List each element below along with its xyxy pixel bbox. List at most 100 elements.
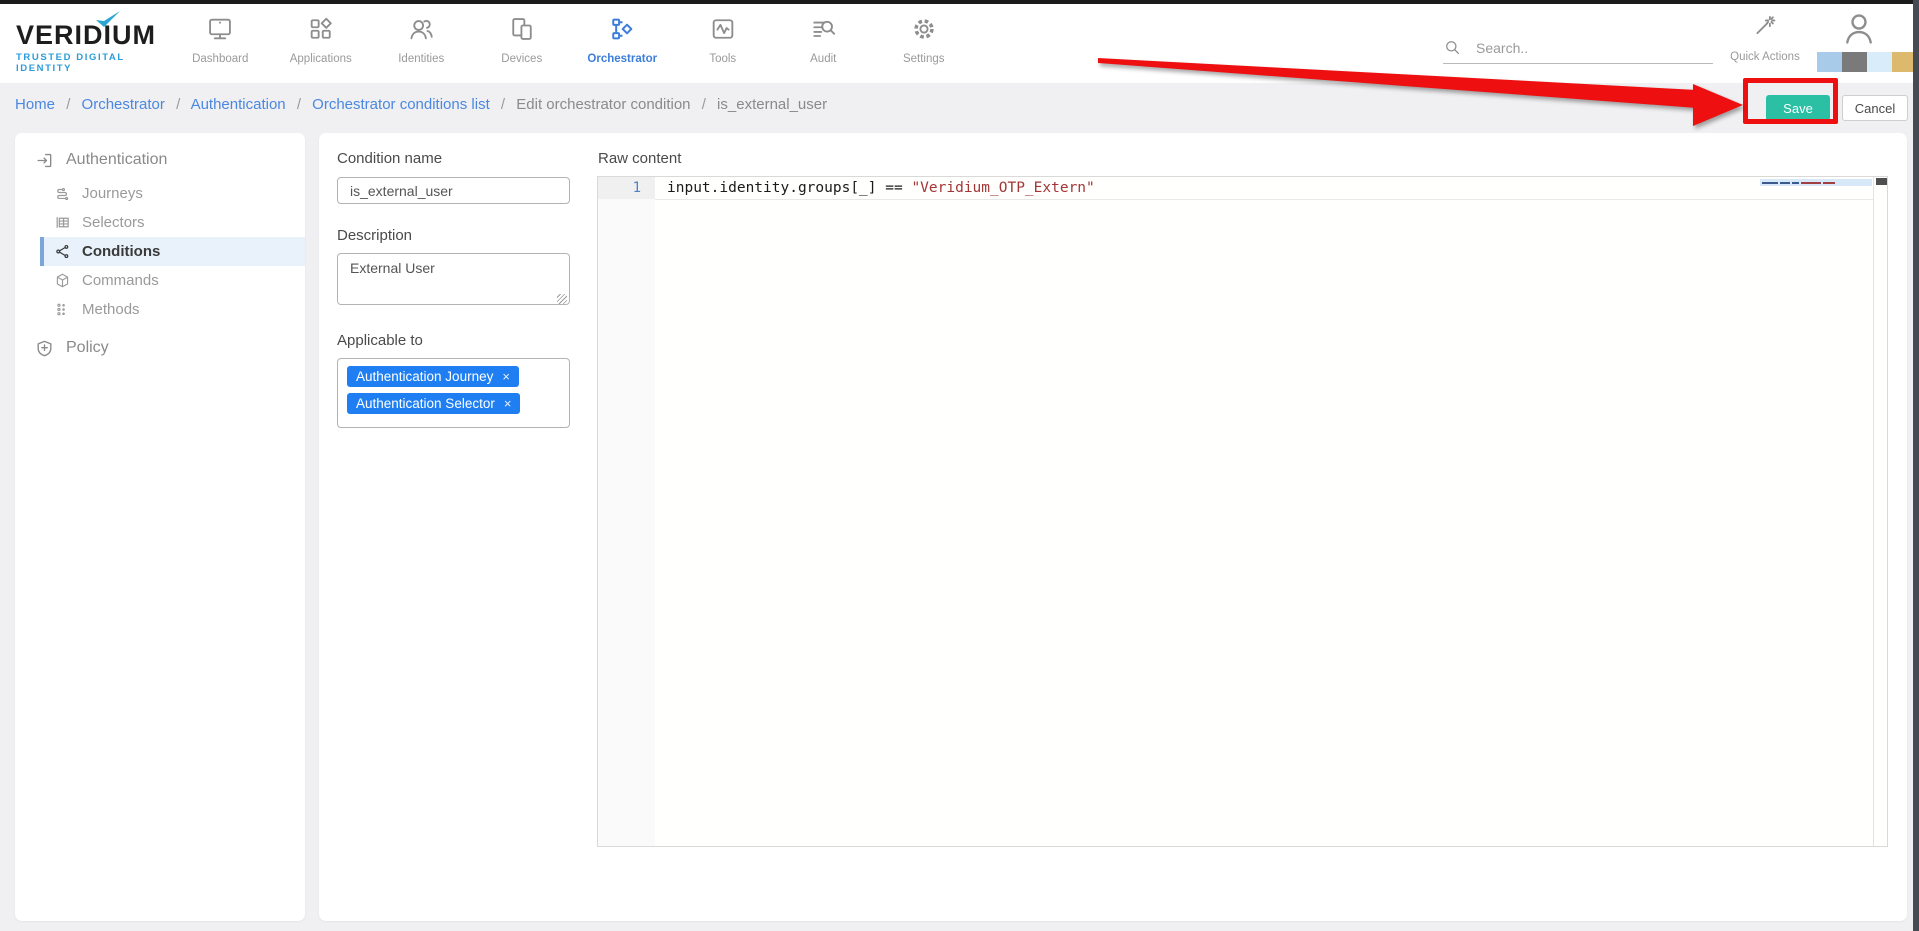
sidebar-item-commands[interactable]: Commands [40,266,305,295]
cancel-button[interactable]: Cancel [1842,95,1908,121]
applicable-to-label: Applicable to [337,332,570,349]
nav-label: Tools [709,53,736,65]
veridium-logo[interactable]: VERIDIUM TRUSTED DIGITAL IDENTITY [16,20,176,74]
sidebar-item-label: Selectors [82,214,145,231]
editor-scrollbar[interactable] [1873,177,1887,846]
nav-label: Dashboard [192,53,248,65]
breadcrumb-link-orchestrator[interactable]: Orchestrator [82,96,165,113]
quick-actions-button[interactable]: Quick Actions [1712,12,1818,63]
condition-name-label: Condition name [337,150,442,167]
nav-item-orchestrator[interactable]: Orchestrator [572,12,673,65]
authentication-children: Journeys Selectors Conditions Commands M… [40,179,305,324]
sidebar-item-methods[interactable]: Methods [40,295,305,324]
tag-remove-icon[interactable]: × [502,369,510,384]
breadcrumb-separator: / [494,96,512,113]
resize-grip[interactable] [557,294,567,304]
sidebar-item-label: Policy [66,339,109,357]
app-header: VERIDIUM TRUSTED DIGITAL IDENTITY Dashbo… [0,4,1919,83]
applicable-to-field[interactable]: Authentication Journey × Authentication … [337,358,570,428]
breadcrumb-link-conditions-list[interactable]: Orchestrator conditions list [312,96,490,113]
line-number: 1 [598,177,655,199]
nav-label: Applications [290,53,352,65]
nav-label: Identities [398,53,444,65]
search-input[interactable] [1476,40,1696,56]
nav-item-settings[interactable]: Settings [874,12,975,65]
breadcrumb-link-home[interactable]: Home [15,96,55,113]
save-button[interactable]: Save [1766,95,1830,121]
description-textarea[interactable]: External User [337,253,570,305]
sidebar-item-label: Commands [82,272,159,289]
monitor-icon [206,12,234,46]
nav-item-tools[interactable]: Tools [673,12,774,65]
sidebar-item-conditions[interactable]: Conditions [40,237,305,266]
nav-label: Audit [810,53,836,65]
search-icon [1443,38,1462,57]
breadcrumb-separator: / [290,96,308,113]
condition-name-input[interactable] [337,177,570,204]
nav-item-applications[interactable]: Applications [271,12,372,65]
sidebar-item-journeys[interactable]: Journeys [40,179,305,208]
sidebar-item-selectors[interactable]: Selectors [40,208,305,237]
code-editor[interactable]: 1 input.identity.groups[_] == "Veridium_… [597,176,1888,847]
global-search [1443,32,1713,64]
breadcrumb-current-page: Edit orchestrator condition [516,96,690,113]
login-icon [35,151,54,170]
palette-swatch [1867,52,1892,72]
current-line-border [655,199,1873,200]
activity-icon [709,12,737,46]
cube-icon [54,272,71,289]
breadcrumb-separator: / [695,96,713,113]
sidebar-item-policy[interactable]: Policy [15,333,305,363]
window-scrollbar-strip[interactable] [1913,0,1919,931]
orchestrator-flow-icon [608,12,636,46]
applications-icon [307,12,335,46]
description-field: External User [337,253,570,310]
user-avatar-button[interactable] [1840,10,1880,48]
edit-condition-panel: Condition name Description External User… [319,133,1907,921]
nav-label: Orchestrator [587,53,657,65]
breadcrumb-separator: / [169,96,187,113]
breadcrumb-current-item: is_external_user [717,96,827,113]
breadcrumb-separator: / [59,96,77,113]
condition-form: Condition name Description External User… [337,150,570,428]
sidebar-item-label: Methods [82,301,140,318]
gear-icon [910,12,938,46]
person-icon [1840,10,1878,48]
breadcrumb: Home / Orchestrator / Authentication / O… [15,96,827,113]
users-icon [407,12,435,46]
nav-item-devices[interactable]: Devices [472,12,573,65]
avatar-color-strip [1817,52,1917,72]
nav-item-dashboard[interactable]: Dashboard [170,12,271,65]
magic-wand-icon [1752,12,1778,38]
branch-icon [54,243,71,260]
logo-tagline: TRUSTED DIGITAL IDENTITY [16,52,176,74]
shield-icon [35,339,54,358]
palette-swatch [1842,52,1867,72]
window-top-strip [0,0,1919,4]
route-icon [54,185,71,202]
code-text: input.identity.groups[_] == "Veridium_OT… [655,177,1095,199]
tag-remove-icon[interactable]: × [504,396,512,411]
tag-authentication-journey: Authentication Journey × [347,366,519,387]
sidebar-item-label: Journeys [82,185,143,202]
code-string-literal: "Veridium_OTP_Extern" [911,180,1094,196]
sidebar-item-label: Conditions [82,243,160,260]
table-icon [54,214,71,231]
breadcrumb-link-authentication[interactable]: Authentication [191,96,286,113]
nav-item-identities[interactable]: Identities [371,12,472,65]
tag-label: Authentication Journey [356,369,493,384]
tag-authentication-selector: Authentication Selector × [347,393,520,414]
nav-label: Settings [903,53,945,65]
editor-gutter [598,177,655,846]
dots-grid-icon [54,301,71,318]
description-label: Description [337,227,570,244]
raw-content-label: Raw content [598,150,681,167]
devices-icon [508,12,536,46]
code-line-1[interactable]: 1 input.identity.groups[_] == "Veridium_… [598,177,1887,199]
sidebar-item-authentication[interactable]: Authentication [15,145,305,175]
main-nav: Dashboard Applications Identities Device… [170,12,974,65]
code-expression: input.identity.groups[_] == [667,180,911,196]
sidebar-item-label: Authentication [66,151,167,169]
nav-item-audit[interactable]: Audit [773,12,874,65]
sidebar: Authentication Journeys Selectors Condit… [15,133,305,921]
